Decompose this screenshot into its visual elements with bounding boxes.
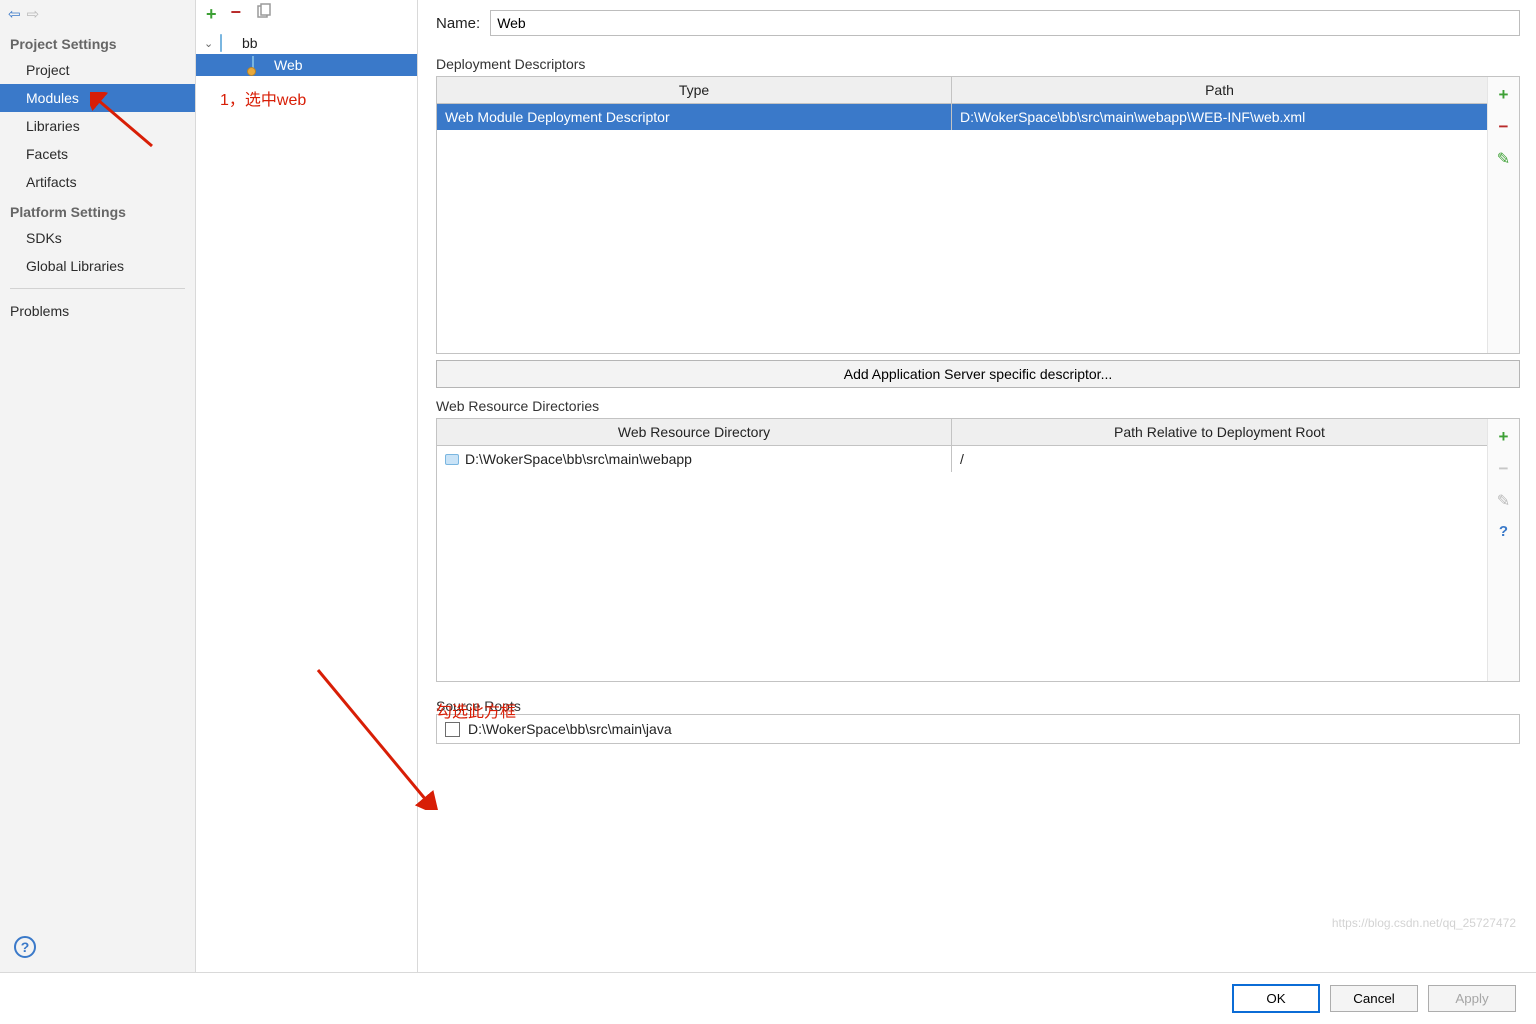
sidebar-item-libraries[interactable]: Libraries bbox=[0, 112, 195, 140]
add-app-server-descriptor-button[interactable]: Add Application Server specific descript… bbox=[436, 360, 1520, 388]
modules-panel: + − ⌄ bb Web 1，选中web bbox=[196, 0, 418, 972]
sidebar-item-modules[interactable]: Modules bbox=[0, 84, 195, 112]
table-row[interactable]: D:\WokerSpace\bb\src\main\webapp / bbox=[437, 446, 1487, 473]
source-roots-heading: Source Roots bbox=[436, 698, 521, 714]
remove-module-icon[interactable]: − bbox=[231, 2, 242, 23]
deployment-descriptors-table[interactable]: Type Path Web Module Deployment Descript… bbox=[437, 77, 1487, 130]
settings-sidebar: ⇦ ⇨ Project Settings Project Modules Lib… bbox=[0, 0, 196, 972]
copy-module-icon[interactable] bbox=[255, 3, 273, 25]
tree-item-label: bb bbox=[242, 35, 258, 51]
web-resource-dirs-table[interactable]: Web Resource Directory Path Relative to … bbox=[437, 419, 1487, 472]
wrd-col-rel: Path Relative to Deployment Root bbox=[952, 419, 1488, 446]
wrd-col-dir: Web Resource Directory bbox=[437, 419, 952, 446]
source-root-path: D:\WokerSpace\bb\src\main\java bbox=[468, 721, 672, 737]
cancel-button[interactable]: Cancel bbox=[1330, 985, 1418, 1012]
chevron-down-icon: ⌄ bbox=[204, 37, 216, 50]
name-label: Name: bbox=[436, 15, 480, 32]
wrd-remove-icon[interactable]: − bbox=[1499, 459, 1509, 479]
tree-module-bb[interactable]: ⌄ bb bbox=[196, 32, 417, 54]
web-resource-dirs-heading: Web Resource Directories bbox=[436, 398, 1520, 414]
dd-edit-icon[interactable]: ✎ bbox=[1497, 149, 1510, 169]
table-row[interactable]: Web Module Deployment Descriptor D:\Woke… bbox=[437, 104, 1487, 131]
sidebar-item-artifacts[interactable]: Artifacts bbox=[0, 168, 195, 196]
annotation-text-1: 1，选中web bbox=[220, 86, 306, 110]
sidebar-item-problems[interactable]: Problems bbox=[0, 297, 195, 325]
folder-icon bbox=[220, 34, 222, 52]
deployment-descriptors-heading: Deployment Descriptors bbox=[436, 56, 1520, 72]
name-input[interactable] bbox=[490, 10, 1520, 36]
sidebar-item-project[interactable]: Project bbox=[0, 56, 195, 84]
sidebar-separator bbox=[10, 288, 185, 289]
nav-forward-icon[interactable]: ⇨ bbox=[27, 5, 40, 23]
dd-col-type: Type bbox=[437, 77, 952, 104]
cell: D:\WokerSpace\bb\src\main\webapp\WEB-INF… bbox=[960, 109, 1305, 125]
tree-item-label: Web bbox=[274, 57, 303, 73]
source-roots-panel: D:\WokerSpace\bb\src\main\java bbox=[436, 714, 1520, 744]
wrd-help-icon[interactable]: ? bbox=[1499, 523, 1508, 540]
sidebar-item-facets[interactable]: Facets bbox=[0, 140, 195, 168]
apply-button[interactable]: Apply bbox=[1428, 985, 1516, 1012]
add-module-icon[interactable]: + bbox=[206, 4, 217, 25]
sidebar-item-sdks[interactable]: SDKs bbox=[0, 224, 195, 252]
dd-remove-icon[interactable]: − bbox=[1499, 117, 1509, 137]
folder-icon bbox=[445, 454, 459, 465]
nav-back-icon[interactable]: ⇦ bbox=[8, 5, 21, 23]
web-facet-icon bbox=[252, 56, 254, 74]
cell: / bbox=[960, 451, 964, 467]
facet-details: Name: Deployment Descriptors Type Path W… bbox=[418, 0, 1536, 972]
platform-settings-heading: Platform Settings bbox=[0, 196, 195, 224]
tree-facet-web[interactable]: Web bbox=[196, 54, 417, 76]
dd-col-path: Path bbox=[952, 77, 1488, 104]
dialog-footer: OK Cancel Apply bbox=[0, 972, 1536, 1024]
dd-add-icon[interactable]: + bbox=[1499, 85, 1509, 105]
watermark: https://blog.csdn.net/qq_25727472 bbox=[1332, 916, 1516, 930]
ok-button[interactable]: OK bbox=[1232, 984, 1320, 1013]
cell: D:\WokerSpace\bb\src\main\webapp bbox=[465, 451, 692, 467]
cell: Web Module Deployment Descriptor bbox=[445, 109, 670, 125]
source-root-checkbox[interactable] bbox=[445, 722, 460, 737]
wrd-add-icon[interactable]: + bbox=[1499, 427, 1509, 447]
help-icon[interactable]: ? bbox=[14, 936, 36, 958]
sidebar-item-global-libraries[interactable]: Global Libraries bbox=[0, 252, 195, 280]
wrd-edit-icon[interactable]: ✎ bbox=[1497, 491, 1510, 511]
project-settings-heading: Project Settings bbox=[0, 28, 195, 56]
